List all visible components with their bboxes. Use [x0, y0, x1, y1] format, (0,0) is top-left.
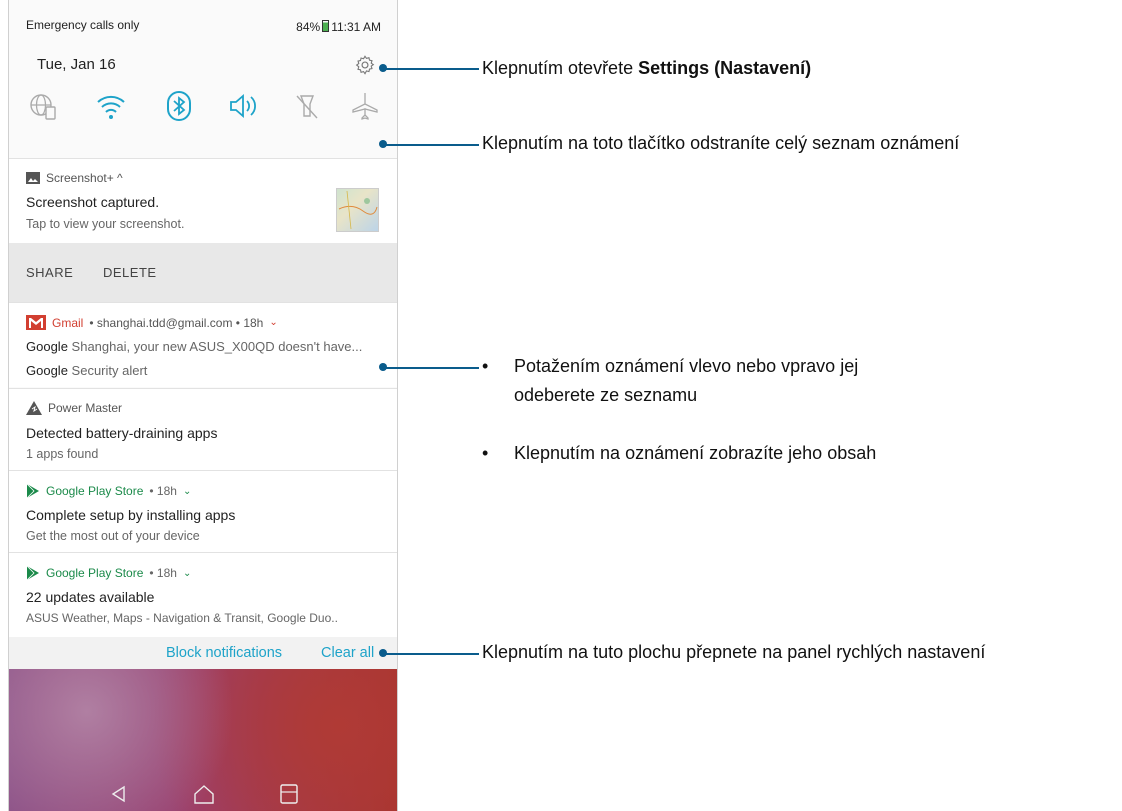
flashlight-off-icon[interactable] — [291, 90, 323, 122]
chevron-down-icon[interactable]: ⌄ — [183, 486, 191, 497]
notification-line-2: Google Security alert — [26, 363, 147, 378]
wifi-icon[interactable] — [95, 90, 127, 122]
notification-app-line: Google Play Store • 18h ⌄ — [26, 566, 191, 580]
callout-text: Klepnutím otevřete — [482, 58, 639, 78]
status-right: 84% 11:31 AM — [296, 20, 381, 34]
airplane-mode-icon[interactable] — [349, 90, 381, 122]
app-name: Power Master — [48, 401, 123, 415]
callout-clear-list: Klepnutím na toto tlačítko odstraníte ce… — [482, 133, 960, 153]
home-icon[interactable] — [192, 782, 216, 806]
notification-title: 22 updates available — [26, 589, 155, 605]
wallpaper[interactable] — [9, 669, 397, 811]
notification-gmail[interactable]: Gmail • shanghai.tdd@gmail.com • 18h ⌄ G… — [9, 303, 397, 387]
battery-icon — [322, 20, 330, 32]
notification-meta: • shanghai.tdd@gmail.com • 18h — [89, 315, 264, 330]
battery-percent: 84% — [296, 20, 321, 34]
callout-line — [383, 68, 479, 70]
clock: 11:31 AM — [331, 20, 381, 34]
callout-settings: Klepnutím otevřete Settings (Nastavení) — [482, 58, 811, 79]
chevron-down-icon[interactable]: ⌄ — [269, 317, 277, 328]
status-bar: Emergency calls only 84% 11:31 AM — [9, 0, 397, 40]
notification-meta: • 18h — [149, 484, 177, 498]
power-master-icon — [26, 401, 42, 415]
notification-power-master[interactable]: Power Master Detected battery-draining a… — [9, 389, 397, 470]
carrier-text: Emergency calls only — [26, 18, 140, 32]
notification-meta: • 18h — [149, 566, 177, 580]
callout-line — [383, 653, 479, 655]
gmail-icon — [26, 315, 46, 330]
navigation-bar — [9, 782, 397, 811]
notification-app-line: Power Master — [26, 401, 122, 415]
quick-settings-toggles — [27, 90, 382, 126]
screenshot-thumbnail — [336, 188, 379, 232]
callout-quick-panel: Klepnutím na tuto plochu přepnete na pan… — [482, 642, 986, 662]
notification-play-store-2[interactable]: Google Play Store • 18h ⌄ 22 updates ava… — [9, 553, 397, 637]
notification-body: Tap to view your screenshot. — [26, 217, 185, 231]
notification-body: 1 apps found — [26, 447, 99, 461]
notification-title: Screenshot captured. — [26, 194, 160, 210]
notification-line-1: Google Shanghai, your new ASUS_X00QD doe… — [26, 339, 362, 354]
sender: Google — [26, 363, 68, 378]
notification-footer: Block notifications Clear all — [9, 637, 397, 669]
date-label: Tue, Jan 16 — [37, 56, 116, 73]
quick-settings-panel[interactable]: Tue, Jan 16 — [9, 40, 397, 158]
notification-screenshot[interactable]: Screenshot+ ^ Screenshot captured. Tap t… — [9, 159, 397, 243]
callout-swipe: Potažením oznámení vlevo nebo vpravo jej… — [514, 356, 859, 405]
callout-bold-text: Settings (Nastavení) — [638, 58, 812, 78]
bullet: • — [482, 356, 489, 376]
notification-app-line: Google Play Store • 18h ⌄ — [26, 484, 191, 498]
sender: Google — [26, 339, 68, 354]
image-icon — [26, 172, 40, 184]
callout-tap: Klepnutím na oznámení zobrazíte jeho obs… — [514, 443, 877, 463]
notification-app-line: Screenshot+ ^ — [26, 171, 123, 185]
clear-all-button[interactable]: Clear all — [321, 645, 374, 661]
notification-actions: SHARE DELETE — [9, 243, 397, 302]
notification-body: Get the most out of your device — [26, 529, 200, 543]
app-name: Google Play Store — [46, 484, 144, 498]
delete-button[interactable]: DELETE — [103, 265, 157, 280]
chevron-down-icon[interactable]: ⌄ — [183, 568, 191, 579]
notification-app-line: Gmail • shanghai.tdd@gmail.com • 18h ⌄ — [26, 315, 278, 330]
bluetooth-icon[interactable] — [163, 90, 195, 122]
notification-body: ASUS Weather, Maps - Navigation & Transi… — [26, 611, 338, 625]
app-name: Google Play Store — [46, 566, 144, 580]
back-icon[interactable] — [107, 782, 131, 806]
play-store-icon — [26, 566, 39, 580]
message-preview: Shanghai, your new ASUS_X00QD doesn't ha… — [71, 339, 363, 354]
sim-icon[interactable] — [27, 90, 59, 122]
notification-title: Complete setup by installing apps — [26, 507, 236, 523]
app-name: Screenshot+ ^ — [46, 171, 123, 185]
message-preview: Security alert — [71, 363, 148, 378]
bullet: • — [482, 443, 489, 463]
callout-line — [383, 144, 479, 146]
phone-screen: Emergency calls only 84% 11:31 AM Tue, Ja… — [8, 0, 398, 811]
notification-play-store-1[interactable]: Google Play Store • 18h ⌄ Complete setup… — [9, 471, 397, 552]
app-name: Gmail — [52, 315, 84, 330]
notification-title: Detected battery-draining apps — [26, 425, 218, 441]
callout-line — [383, 367, 479, 369]
recent-apps-icon[interactable] — [277, 782, 301, 806]
gear-icon[interactable] — [354, 54, 376, 76]
play-store-icon — [26, 484, 39, 498]
block-notifications-link[interactable]: Block notifications — [166, 645, 282, 661]
share-button[interactable]: SHARE — [26, 265, 73, 280]
volume-icon[interactable] — [227, 90, 259, 122]
